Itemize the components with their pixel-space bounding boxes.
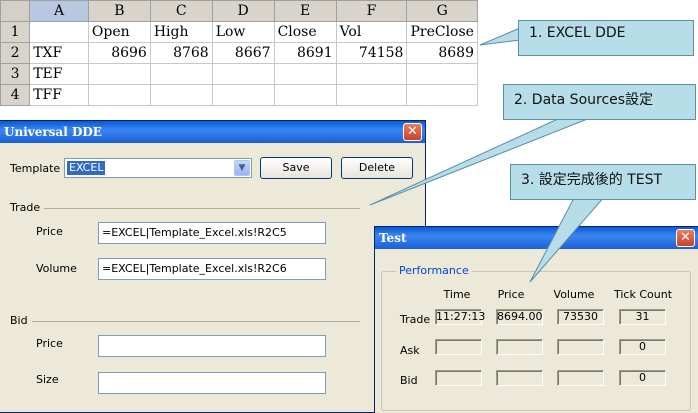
cell[interactable]: Close: [273, 21, 337, 43]
ask-time-value: [435, 339, 482, 355]
cell[interactable]: [149, 84, 213, 106]
callout-1-pointer: [479, 27, 521, 46]
cell[interactable]: [211, 63, 275, 85]
table-row: 1 Open High Low Close Vol PreClose: [0, 21, 478, 43]
spreadsheet: A B C D E F G 1 Open High Low Close Vol …: [0, 0, 478, 115]
volume-label: Volume: [36, 262, 77, 275]
cell[interactable]: 8667: [211, 42, 275, 64]
performance-group-title: Performance: [396, 264, 472, 277]
bid-time-value: [435, 370, 482, 386]
cell[interactable]: [273, 84, 337, 106]
template-selected-value: EXCEL: [67, 161, 106, 175]
universal-dde-window: Universal DDE ✕ Template EXCEL ▼ Save De…: [0, 120, 426, 413]
cell[interactable]: [211, 84, 275, 106]
trade-time-value: 11:27:13: [435, 309, 486, 325]
column-header[interactable]: A: [29, 0, 89, 22]
bid-section-title: Bid: [10, 314, 28, 327]
ask-price-value: [496, 339, 543, 355]
price-field[interactable]: =EXCEL|Template_Excel.xls!R2C5: [98, 222, 326, 244]
volume-field[interactable]: =EXCEL|Template_Excel.xls!R2C6: [98, 258, 326, 280]
column-header[interactable]: E: [273, 0, 337, 22]
close-button[interactable]: ✕: [676, 229, 695, 247]
bid-size-field[interactable]: [98, 372, 326, 394]
ask-row-label: Ask: [400, 344, 420, 357]
cell[interactable]: TEF: [29, 63, 89, 85]
cell[interactable]: [87, 63, 151, 85]
close-button[interactable]: ✕: [403, 123, 422, 141]
cell[interactable]: [87, 84, 151, 106]
callout-test: 3. 設定完成後的 TEST: [510, 164, 696, 200]
bid-tick-count-value: 0: [619, 370, 666, 386]
cell[interactable]: [335, 63, 408, 85]
cell[interactable]: [406, 84, 478, 106]
bid-price-value: [496, 370, 543, 386]
column-header[interactable]: C: [149, 0, 213, 22]
column-header[interactable]: D: [211, 0, 275, 22]
chevron-down-icon[interactable]: ▼: [234, 160, 250, 176]
ask-tick-count-value: 0: [619, 339, 666, 355]
table-row: 4 TFF: [0, 84, 478, 106]
cell[interactable]: [273, 63, 337, 85]
test-window: Test ✕ Performance Time Price Volume Tic…: [374, 226, 698, 413]
ask-volume-value: [557, 339, 604, 355]
cell[interactable]: Vol: [335, 21, 408, 43]
close-icon: ✕: [407, 124, 418, 139]
delete-button[interactable]: Delete: [341, 157, 413, 179]
cell[interactable]: 8691: [273, 42, 337, 64]
cell[interactable]: Open: [87, 21, 151, 43]
template-label: Template: [10, 162, 61, 175]
cell[interactable]: TXF: [29, 42, 89, 64]
cell[interactable]: TFF: [29, 84, 89, 106]
time-header: Time: [443, 288, 471, 301]
window-title: Universal DDE: [4, 125, 102, 139]
table-row: 2 TXF 8696 8768 8667 8691 74158 8689: [0, 42, 478, 64]
column-header[interactable]: B: [87, 0, 151, 22]
row-header[interactable]: 2: [0, 42, 31, 64]
cell[interactable]: Low: [211, 21, 275, 43]
bid-size-label: Size: [36, 373, 59, 386]
price-header: Price: [497, 288, 525, 301]
row-header[interactable]: 3: [0, 63, 31, 85]
row-header[interactable]: 1: [0, 21, 31, 43]
bid-divider: [32, 321, 360, 322]
price-label: Price: [36, 225, 63, 238]
volume-header: Volume: [553, 288, 595, 301]
bid-price-label: Price: [36, 337, 63, 350]
trade-price-value: 8694.00: [496, 309, 543, 325]
cell[interactable]: [29, 21, 89, 43]
dde-titlebar[interactable]: Universal DDE ✕: [0, 121, 425, 143]
column-header[interactable]: F: [335, 0, 408, 22]
cell[interactable]: 8689: [406, 42, 478, 64]
save-button[interactable]: Save: [260, 157, 332, 179]
trade-row-label: Trade: [400, 313, 431, 326]
bid-volume-value: [557, 370, 604, 386]
table-row: 3 TEF: [0, 63, 478, 85]
test-titlebar[interactable]: Test ✕: [375, 227, 698, 249]
cell[interactable]: [406, 63, 478, 85]
cell[interactable]: PreClose: [406, 21, 478, 43]
column-header[interactable]: G: [406, 0, 478, 22]
trade-section-title: Trade: [10, 201, 41, 214]
tick-count-header: Tick Count: [613, 288, 673, 301]
trade-tick-count-value: 31: [619, 309, 666, 325]
cell[interactable]: [149, 63, 213, 85]
cell[interactable]: High: [149, 21, 213, 43]
template-select[interactable]: EXCEL ▼: [64, 158, 252, 178]
trade-divider: [44, 208, 360, 209]
select-all-corner[interactable]: [0, 0, 31, 22]
callout-data-sources: 2. Data Sources設定: [503, 84, 696, 120]
window-title: Test: [379, 231, 407, 245]
trade-volume-value: 73530: [557, 309, 604, 325]
callout-excel-dde: 1. EXCEL DDE: [518, 20, 694, 56]
cell[interactable]: 8696: [87, 42, 151, 64]
row-header[interactable]: 4: [0, 84, 31, 106]
cell[interactable]: 8768: [149, 42, 213, 64]
spreadsheet-grid: A B C D E F G 1 Open High Low Close Vol …: [0, 0, 478, 106]
close-icon: ✕: [680, 230, 691, 245]
bid-row-label: Bid: [400, 374, 418, 387]
cell[interactable]: [335, 84, 408, 106]
bid-price-field[interactable]: [98, 335, 326, 357]
cell[interactable]: 74158: [335, 42, 408, 64]
